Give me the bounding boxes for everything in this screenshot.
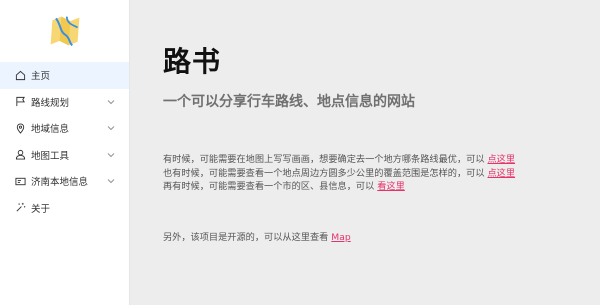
intro-line: 有时候，可能需要在地图上写写画画，想要确定去一个地方哪条路线最优，可以 点这里 <box>163 153 515 167</box>
sidebar-item-label: 路线规划 <box>31 97 70 109</box>
sidebar: 主页 路线规划 地域信息 地图工具 济南本地信息 关于 <box>0 0 130 305</box>
open-source-note: 另外，该项目是开源的，可以从这里查看 Map <box>163 229 351 243</box>
sidebar-item-map-tools[interactable]: 地图工具 <box>0 142 129 169</box>
sidebar-item-route-planning[interactable]: 路线规划 <box>0 89 129 116</box>
route-draw-link[interactable]: 点这里 <box>487 154 515 165</box>
intro-line: 也有时候，可能需要查看一个地点周边方圆多少公里的覆盖范围是怎样的，可以 点这里 <box>163 167 515 181</box>
page-subtitle: 一个可以分享行车路线、地点信息的网站 <box>163 94 415 110</box>
sidebar-item-label: 济南本地信息 <box>31 177 89 189</box>
magic-stick-icon <box>14 202 26 214</box>
page-title: 路书 <box>163 45 222 78</box>
sidebar-item-label: 关于 <box>31 203 51 215</box>
chevron-down-icon <box>107 177 115 185</box>
id-card-icon <box>14 175 26 187</box>
sidebar-item-label: 主页 <box>31 71 51 83</box>
flag-icon <box>14 96 26 108</box>
chevron-down-icon <box>107 151 115 159</box>
coverage-range-link[interactable]: 点这里 <box>487 168 515 179</box>
intro-line-text: 有时候，可能需要在地图上写写画画，想要确定去一个地方哪条路线最优，可以 <box>163 154 488 165</box>
sidebar-item-label: 地域信息 <box>31 124 70 136</box>
note-text: 另外，该项目是开源的，可以从这里查看 <box>163 232 332 243</box>
sidebar-item-region-info[interactable]: 地域信息 <box>0 115 129 142</box>
intro-line-text: 再有时候，可能需要查看一个市的区、县信息，可以 <box>163 181 378 192</box>
sidebar-item-home[interactable]: 主页 <box>0 62 129 89</box>
chevron-down-icon <box>107 98 115 106</box>
intro-line-text: 也有时候，可能需要查看一个地点周边方圆多少公里的覆盖范围是怎样的，可以 <box>163 167 488 179</box>
sidebar-item-about[interactable]: 关于 <box>0 195 129 222</box>
map-logo-icon <box>50 16 79 47</box>
sidebar-item-label: 地图工具 <box>31 150 70 162</box>
nav-menu: 主页 路线规划 地域信息 地图工具 济南本地信息 关于 <box>0 62 129 221</box>
location-icon <box>14 122 26 134</box>
user-icon <box>14 149 26 161</box>
chevron-down-icon <box>107 124 115 132</box>
logo[interactable] <box>0 0 129 62</box>
sidebar-item-jinan-local-info[interactable]: 济南本地信息 <box>0 168 129 195</box>
district-info-link[interactable]: 看这里 <box>377 181 405 192</box>
intro-line: 再有时候，可能需要查看一个市的区、县信息，可以 看这里 <box>163 180 515 194</box>
intro-paragraph: 有时候，可能需要在地图上写写画画，想要确定去一个地方哪条路线最优，可以 点这里 … <box>163 153 515 194</box>
home-icon <box>14 69 26 81</box>
main-content: 路书 一个可以分享行车路线、地点信息的网站 有时候，可能需要在地图上写写画画，想… <box>130 0 600 305</box>
repo-link[interactable]: Map <box>331 232 350 243</box>
